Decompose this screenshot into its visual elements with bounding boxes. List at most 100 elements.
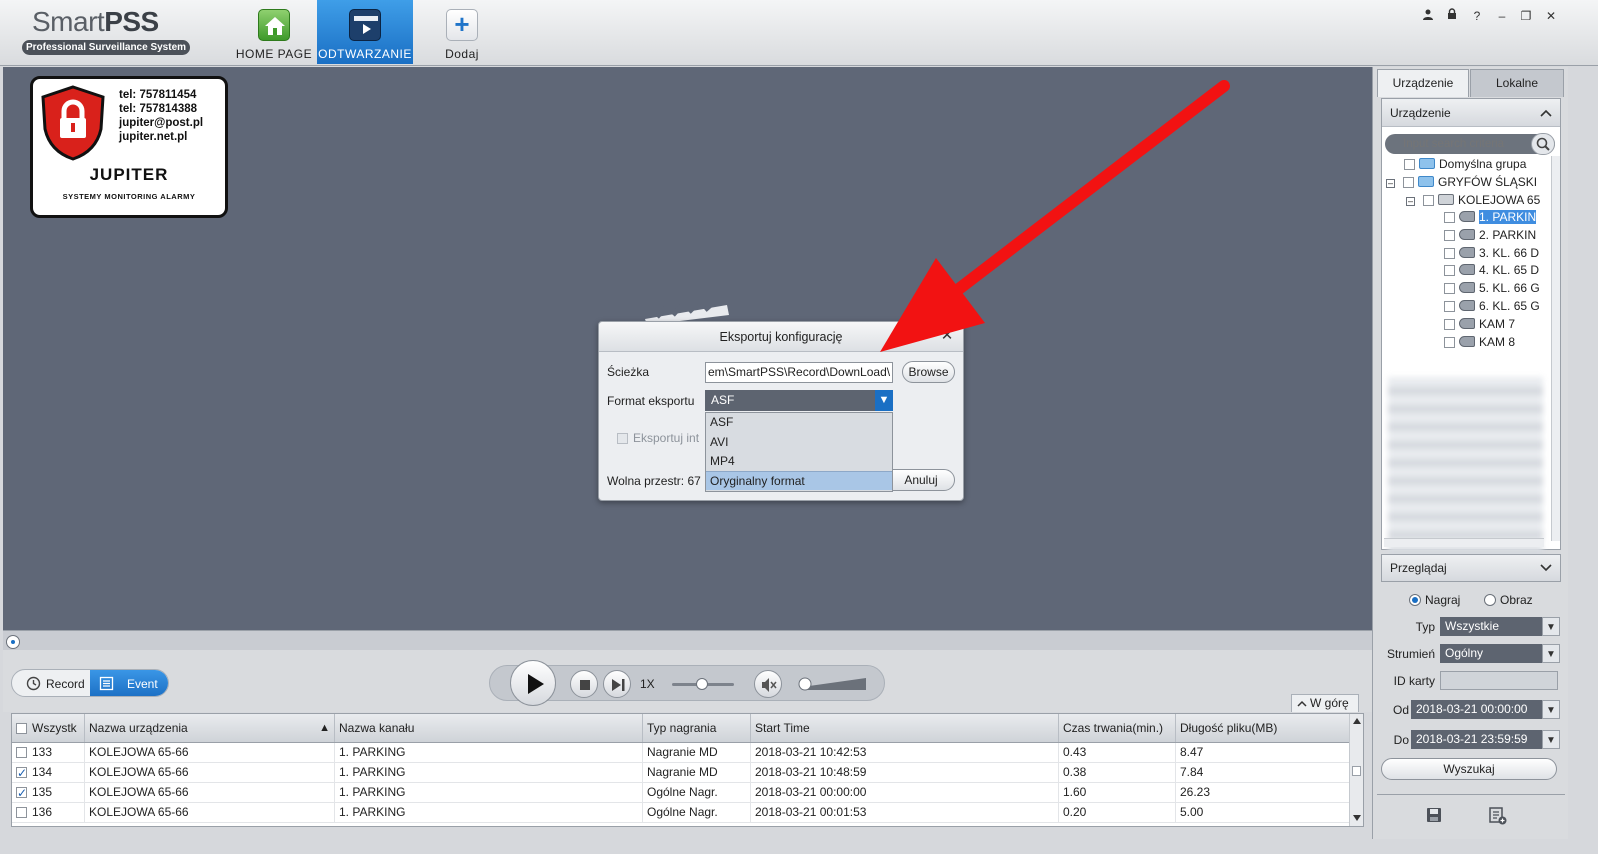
browse-panel-header[interactable]: Przeglądaj	[1381, 554, 1561, 582]
tree-channel[interactable]: 6. KL. 65 G	[1444, 298, 1540, 315]
lock-icon[interactable]	[1444, 8, 1460, 24]
tree-checkbox[interactable]	[1404, 159, 1415, 170]
tree-scrollbar[interactable]	[1551, 156, 1560, 541]
tree-hscrollbar[interactable]	[1384, 538, 1544, 547]
radio-record-dot[interactable]	[1409, 594, 1421, 606]
path-input[interactable]: em\SmartPSS\Record\DownLoad\	[705, 362, 893, 383]
tab-local[interactable]: Lokalne	[1470, 69, 1564, 97]
format-option-avi[interactable]: AVI	[706, 433, 892, 452]
tree-checkbox[interactable]	[1444, 283, 1455, 294]
event-mode-button[interactable]: Event	[90, 670, 168, 696]
row-checkbox[interactable]	[16, 764, 27, 782]
close-button[interactable]: ✕	[1543, 8, 1559, 24]
header-channel-name[interactable]: Nazwa kanału	[335, 714, 643, 742]
record-mode-button[interactable]: Record	[12, 670, 90, 696]
table-scrollbar[interactable]	[1349, 714, 1363, 826]
tree-channel[interactable]: 1. PARKIN	[1444, 209, 1537, 226]
user-icon[interactable]	[1420, 8, 1436, 24]
header-record-type[interactable]: Typ nagrania	[643, 714, 751, 742]
stop-button[interactable]	[570, 670, 598, 698]
type-select[interactable]: Wszystkie ▼	[1440, 617, 1560, 636]
search-button[interactable]	[1531, 133, 1555, 155]
to-datetime[interactable]: 2018-03-21 23:59:59 ▼	[1411, 730, 1560, 749]
tree-group-default[interactable]: Domyślna grupa	[1404, 156, 1526, 173]
format-option-mp4[interactable]: MP4	[706, 452, 892, 471]
scrollbar-thumb[interactable]	[1352, 766, 1361, 776]
tree-group-gryfow[interactable]: – GRYFÓW ŚLĄSKI	[1386, 174, 1537, 191]
table-row[interactable]: 135 KOLEJOWA 65-66 1. PARKING Ogólne Nag…	[12, 783, 1350, 803]
tree-checkbox[interactable]	[1444, 248, 1455, 259]
format-select[interactable]: ASF ▼	[705, 390, 893, 411]
tree-channel[interactable]: 2. PARKIN	[1444, 227, 1536, 244]
nav-playback[interactable]: ODTWARZANIE	[317, 0, 413, 64]
chevron-down-icon[interactable]	[1540, 564, 1552, 572]
format-option-asf[interactable]: ASF	[706, 413, 892, 432]
from-datetime[interactable]: 2018-03-21 00:00:00 ▼	[1411, 700, 1560, 719]
header-device-name[interactable]: Nazwa urządzenia ▲	[85, 714, 335, 742]
tree-channel[interactable]: KAM 8	[1444, 334, 1515, 351]
playback-button-group: 1X	[489, 660, 885, 706]
header-start-time[interactable]: Start Time	[751, 714, 1059, 742]
radio-image[interactable]: Obraz	[1484, 593, 1533, 607]
collapse-icon[interactable]: –	[1406, 197, 1415, 206]
tree-checkbox[interactable]	[1444, 212, 1455, 223]
header-file-size[interactable]: Długość pliku(MB)	[1176, 714, 1350, 742]
browse-button[interactable]: Browse	[902, 361, 955, 383]
save-icon[interactable]	[1426, 807, 1442, 823]
minimize-button[interactable]: –	[1494, 8, 1510, 24]
tree-checkbox[interactable]	[1444, 337, 1455, 348]
export-list-icon[interactable]	[1489, 807, 1507, 825]
nav-add[interactable]: + Dodaj	[414, 0, 510, 64]
timeline-bar[interactable]	[3, 630, 1372, 650]
tree-checkbox[interactable]	[1423, 195, 1434, 206]
tree-device[interactable]: – KOLEJOWA 65	[1406, 192, 1540, 209]
help-button[interactable]: ?	[1469, 8, 1485, 24]
play-button[interactable]	[510, 660, 556, 706]
collapse-icon[interactable]: –	[1386, 179, 1395, 188]
nav-add-label: Dodaj	[445, 47, 479, 61]
tab-device[interactable]: Urządzenie	[1377, 69, 1469, 97]
volume-slider[interactable]	[798, 676, 870, 692]
device-search-input[interactable]	[1385, 134, 1533, 154]
tree-checkbox[interactable]	[1444, 301, 1455, 312]
table-row[interactable]: 134 KOLEJOWA 65-66 1. PARKING Nagranie M…	[12, 763, 1350, 783]
timeline-handle[interactable]	[6, 635, 20, 649]
row-checkbox[interactable]	[16, 807, 27, 818]
tree-channel[interactable]: KAM 7	[1444, 316, 1515, 333]
header-select-all[interactable]: Wszystk	[12, 714, 85, 742]
table-row[interactable]: 136 KOLEJOWA 65-66 1. PARKING Ogólne Nag…	[12, 803, 1350, 823]
scroll-up-arrow-icon[interactable]	[1353, 718, 1361, 724]
record-event-toggle: Record Event	[11, 669, 169, 697]
speed-slider-handle[interactable]	[696, 678, 708, 690]
nav-home-page[interactable]: HOME PAGE	[226, 0, 322, 64]
tree-channel[interactable]: 4. KL. 65 D	[1444, 262, 1539, 279]
scroll-down-arrow-icon[interactable]	[1353, 815, 1361, 821]
tree-channel[interactable]: 5. KL. 66 G	[1444, 280, 1540, 297]
chevron-up-icon[interactable]	[1540, 109, 1552, 117]
select-all-checkbox[interactable]	[16, 723, 27, 734]
tree-checkbox[interactable]	[1444, 265, 1455, 276]
tree-checkbox[interactable]	[1403, 177, 1414, 188]
export-option-checkbox[interactable]: Eksportuj int	[617, 431, 699, 445]
restore-button[interactable]: ❐	[1518, 8, 1534, 24]
dropdown-arrow-icon[interactable]: ▼	[875, 390, 893, 411]
tree-checkbox[interactable]	[1444, 230, 1455, 241]
radio-record[interactable]: Nagraj	[1409, 593, 1460, 607]
stream-select[interactable]: Ogólny ▼	[1440, 644, 1560, 663]
tree-channel[interactable]: 3. KL. 66 D	[1444, 245, 1539, 262]
header-duration[interactable]: Czas trwania(min.)	[1059, 714, 1176, 742]
scroll-to-top-button[interactable]: W górę	[1291, 694, 1359, 712]
dialog-close-icon[interactable]: ✕	[939, 328, 955, 344]
card-id-input[interactable]	[1440, 671, 1558, 690]
tree-checkbox[interactable]	[1444, 319, 1455, 330]
format-option-original[interactable]: Oryginalny format	[706, 471, 892, 490]
radio-image-dot[interactable]	[1484, 594, 1496, 606]
mute-button[interactable]	[754, 670, 782, 698]
table-row[interactable]: 133 KOLEJOWA 65-66 1. PARKING Nagranie M…	[12, 743, 1350, 763]
export-option-box[interactable]	[617, 433, 628, 444]
search-records-button[interactable]: Wyszukaj	[1381, 758, 1557, 780]
row-checkbox[interactable]	[16, 747, 27, 758]
device-panel-header[interactable]: Urządzenie	[1382, 99, 1560, 127]
next-frame-button[interactable]	[603, 670, 631, 698]
row-checkbox[interactable]	[16, 784, 27, 802]
